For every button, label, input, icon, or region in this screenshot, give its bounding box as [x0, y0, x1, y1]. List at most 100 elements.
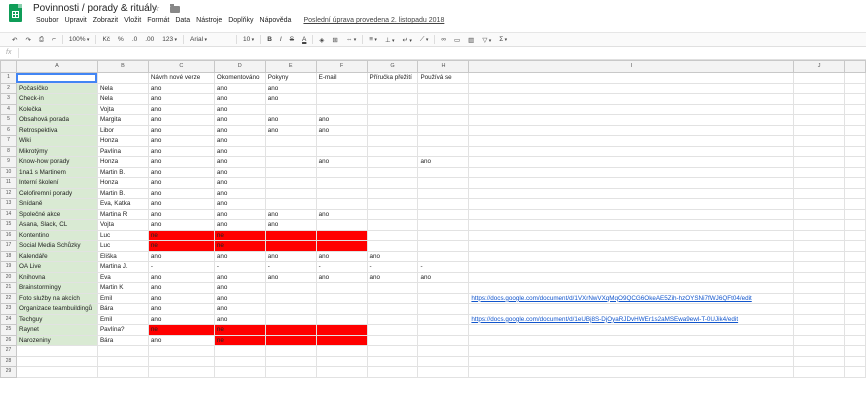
status-cell[interactable]: ne	[147, 240, 215, 252]
column-header-f[interactable]: F	[315, 60, 368, 73]
empty-cell[interactable]	[793, 240, 845, 252]
status-cell[interactable]: ano	[147, 219, 215, 231]
column-header-c[interactable]: C	[147, 60, 215, 73]
empty-cell[interactable]	[793, 292, 845, 304]
status-cell[interactable]: ano	[264, 271, 317, 283]
empty-cell[interactable]	[843, 240, 866, 252]
menu-edit[interactable]: Upravit	[62, 17, 90, 24]
row-header[interactable]: 13	[0, 198, 17, 210]
status-cell[interactable]: ano	[147, 313, 215, 325]
status-cell[interactable]: ano	[213, 82, 266, 94]
meeting-name-cell[interactable]: Počasíčko	[15, 82, 98, 94]
status-cell[interactable]: ano	[366, 250, 419, 262]
status-cell[interactable]: ne	[213, 334, 266, 346]
status-cell[interactable]: ano	[417, 156, 470, 168]
row-header[interactable]: 8	[0, 145, 17, 157]
empty-cell[interactable]	[366, 282, 419, 294]
empty-cell[interactable]	[417, 345, 470, 357]
empty-cell[interactable]	[468, 334, 795, 346]
meeting-name-cell[interactable]: Obsahová porada	[15, 114, 98, 126]
empty-cell[interactable]	[264, 198, 317, 210]
meeting-name-cell[interactable]	[15, 345, 98, 357]
empty-cell[interactable]	[417, 219, 470, 231]
meeting-name-cell[interactable]: Kalendáře	[15, 250, 98, 262]
status-cell[interactable]: ano	[147, 303, 215, 315]
document-link-cell[interactable]: https://docs.google.com/document/d/1VXrN…	[468, 292, 795, 304]
row-header[interactable]: 4	[0, 103, 17, 115]
meeting-name-cell[interactable]: 1na1 s Martinem	[15, 166, 98, 178]
empty-cell[interactable]	[264, 240, 317, 252]
owner-cell[interactable]: Eliška	[96, 250, 149, 262]
meeting-name-cell[interactable]: Kolečka	[15, 103, 98, 115]
empty-cell[interactable]	[468, 103, 795, 115]
empty-cell[interactable]	[213, 366, 266, 378]
empty-cell[interactable]	[468, 82, 795, 94]
empty-cell[interactable]	[793, 177, 845, 189]
empty-cell[interactable]	[417, 355, 470, 367]
row-header[interactable]: 10	[0, 166, 17, 178]
status-cell[interactable]: ano	[315, 114, 368, 126]
status-cell[interactable]: ano	[213, 177, 266, 189]
empty-cell[interactable]	[264, 187, 317, 199]
empty-cell[interactable]	[793, 135, 845, 147]
empty-cell[interactable]	[315, 240, 368, 252]
status-cell[interactable]: ano	[315, 271, 368, 283]
owner-cell[interactable]: Libor	[96, 124, 149, 136]
empty-cell[interactable]	[843, 187, 866, 199]
empty-cell[interactable]	[843, 177, 866, 189]
empty-cell[interactable]	[315, 219, 368, 231]
column-header-e[interactable]: E	[264, 60, 317, 73]
empty-cell[interactable]	[315, 324, 368, 336]
empty-cell[interactable]	[366, 219, 419, 231]
meeting-name-cell[interactable]: Kontentino	[15, 229, 98, 241]
empty-cell[interactable]	[264, 103, 317, 115]
empty-cell[interactable]	[843, 303, 866, 315]
empty-cell[interactable]	[843, 219, 866, 231]
empty-cell[interactable]	[793, 313, 845, 325]
empty-cell[interactable]	[366, 229, 419, 241]
status-cell[interactable]: ano	[147, 208, 215, 220]
bold-button[interactable]: B	[263, 36, 276, 43]
row-header[interactable]: 24	[0, 313, 17, 325]
empty-cell[interactable]	[417, 82, 470, 94]
empty-cell[interactable]	[843, 124, 866, 136]
empty-cell[interactable]	[843, 82, 866, 94]
meeting-name-cell[interactable]: Společné akce	[15, 208, 98, 220]
empty-cell[interactable]	[468, 145, 795, 157]
owner-cell[interactable]: Margita	[96, 114, 149, 126]
empty-cell[interactable]	[315, 345, 368, 357]
text-wrap-icon[interactable]: ↵	[399, 36, 416, 44]
meeting-name-cell[interactable]: Foto služby na akcích	[15, 292, 98, 304]
status-cell[interactable]: ano	[213, 93, 266, 105]
decrease-decimal-button[interactable]: .0	[128, 36, 141, 43]
status-cell[interactable]: -	[147, 261, 215, 273]
empty-cell[interactable]	[315, 292, 368, 304]
empty-cell[interactable]	[417, 334, 470, 346]
owner-cell[interactable]: Martin B.	[96, 166, 149, 178]
insert-comment-icon[interactable]: ▭	[450, 36, 464, 44]
owner-cell[interactable]: Martina J.	[96, 261, 149, 273]
status-cell[interactable]: ano	[147, 93, 215, 105]
row-header[interactable]: 21	[0, 282, 17, 294]
empty-cell[interactable]	[843, 208, 866, 220]
empty-cell[interactable]	[264, 145, 317, 157]
status-cell[interactable]: ano	[147, 177, 215, 189]
empty-cell[interactable]	[468, 355, 795, 367]
menu-data[interactable]: Data	[172, 17, 193, 24]
status-cell[interactable]: -	[417, 261, 470, 273]
status-cell[interactable]: ano	[213, 145, 266, 157]
empty-cell[interactable]	[843, 313, 866, 325]
owner-cell[interactable]: Emil	[96, 292, 149, 304]
empty-cell[interactable]	[417, 229, 470, 241]
filter-icon[interactable]: ▽	[478, 36, 495, 44]
empty-cell[interactable]	[417, 166, 470, 178]
empty-cell[interactable]	[417, 177, 470, 189]
status-cell[interactable]: ano	[213, 271, 266, 283]
empty-cell[interactable]	[468, 250, 795, 262]
status-cell[interactable]: ano	[213, 166, 266, 178]
percent-format-button[interactable]: %	[114, 36, 128, 43]
empty-cell[interactable]	[843, 366, 866, 378]
italic-button[interactable]: I	[276, 36, 286, 43]
status-cell[interactable]: ano	[147, 156, 215, 168]
owner-cell[interactable]: Bára	[96, 334, 149, 346]
